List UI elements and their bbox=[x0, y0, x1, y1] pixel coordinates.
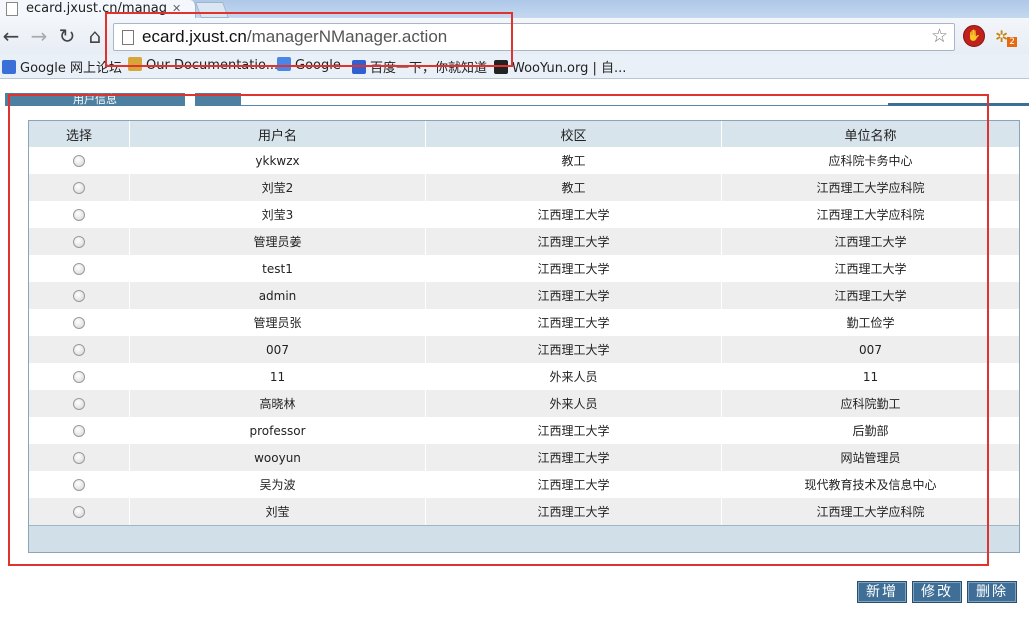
table-highlight-box bbox=[8, 94, 989, 566]
bookmark-google-groups[interactable]: Google 网上论坛 bbox=[2, 57, 122, 76]
bookmark-wooyun[interactable]: WooYun.org | 自... bbox=[494, 57, 627, 76]
edit-button[interactable]: 修改 bbox=[912, 581, 962, 603]
reload-icon[interactable]: ↻ bbox=[56, 25, 78, 47]
add-button[interactable]: 新增 bbox=[857, 581, 907, 603]
delete-button[interactable]: 删除 bbox=[967, 581, 1017, 603]
page-icon bbox=[6, 2, 18, 16]
google-groups-icon bbox=[2, 60, 16, 74]
bookmark-star-icon[interactable]: ☆ bbox=[931, 25, 948, 47]
adblock-extension-icon[interactable]: ✋ bbox=[963, 25, 985, 47]
forward-arrow-icon[interactable]: → bbox=[28, 25, 50, 47]
home-icon[interactable]: ⌂ bbox=[84, 25, 106, 47]
extension-badge: 2 bbox=[1007, 37, 1017, 47]
bookmark-label: WooYun.org | 自... bbox=[512, 61, 627, 76]
extension-icon[interactable]: ✲ 2 bbox=[995, 25, 1017, 47]
url-highlight-box bbox=[105, 12, 513, 67]
back-arrow-icon[interactable]: ← bbox=[0, 25, 22, 47]
